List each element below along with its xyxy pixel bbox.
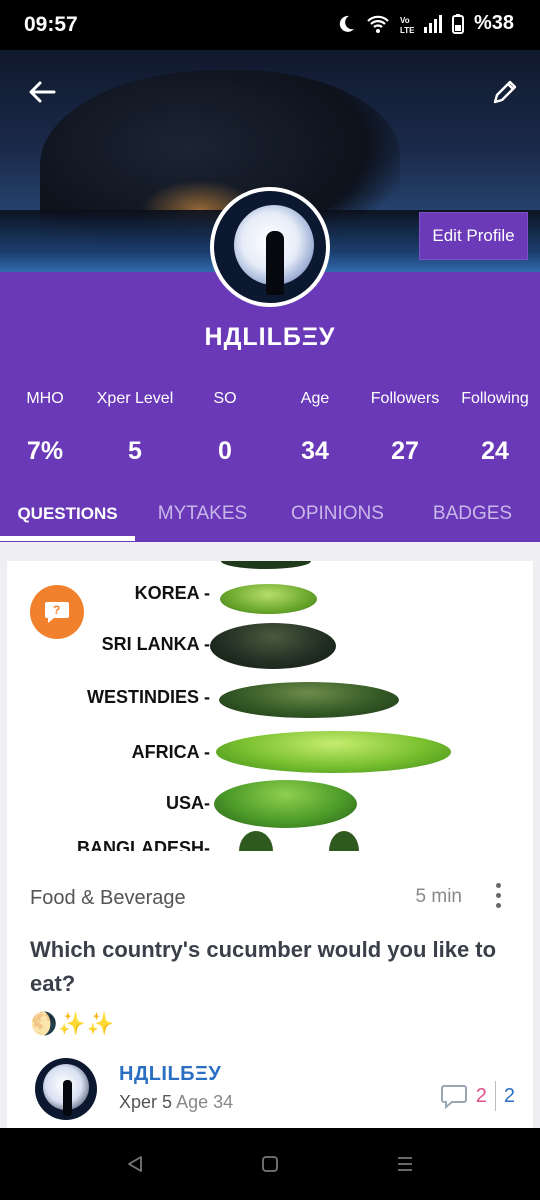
question-type-badge: ? <box>30 585 84 639</box>
author-age: Age 34 <box>176 1092 234 1112</box>
system-nav-bar <box>0 1128 540 1200</box>
post-time: 5 min <box>415 886 462 907</box>
status-time: 09:57 <box>24 13 78 36</box>
stat-value-mho: 7% <box>26 437 64 465</box>
stat-label-age: Age <box>300 390 330 407</box>
cucumber-bangladesh-2 <box>329 831 359 851</box>
nav-back-button[interactable] <box>115 1146 155 1182</box>
stat-value-xper-level: 5 <box>128 437 142 465</box>
tab-opinions[interactable]: OPINIONS <box>270 486 405 541</box>
more-options-button[interactable] <box>485 877 511 913</box>
profile-username: НДLILБΞУ <box>204 323 336 351</box>
opinion-count: 2 <box>503 1084 515 1107</box>
post-category[interactable]: Food & Beverage <box>30 887 186 910</box>
cucumber-top <box>221 561 311 569</box>
square-home-icon <box>262 1156 278 1172</box>
wifi-icon <box>367 15 389 33</box>
question-bubble-icon: ? <box>45 602 69 623</box>
active-tab-indicator <box>0 536 135 541</box>
cucumber-bangladesh-1 <box>239 831 273 851</box>
cucumber-usa <box>214 780 357 828</box>
stat-label-so: SO <box>213 390 237 407</box>
question-image[interactable]: KOREA - SRI LANKA - WESTINDIES - AFRICA … <box>7 561 533 851</box>
status-icons: Vo LTE %38 <box>336 12 514 35</box>
cucumber-sri-lanka <box>210 623 336 669</box>
cucumber-westindies <box>219 682 399 718</box>
profile-tabs: QUESTIONS MYTAKES OPINIONS BADGES <box>0 486 540 541</box>
tab-mytakes[interactable]: MYTAKES <box>135 486 270 541</box>
stat-label-following: Following <box>461 390 529 407</box>
question-title[interactable]: Which country's cucumber would you like … <box>30 933 520 1001</box>
author-name[interactable]: НДLILБΞУ <box>119 1063 221 1086</box>
stat-label-followers: Followers <box>370 390 440 407</box>
image-label-korea: KOREA - <box>134 583 210 603</box>
menu-lines-icon <box>398 1157 412 1171</box>
arrow-left-icon <box>29 81 56 103</box>
edit-profile-button[interactable]: Edit Profile <box>419 212 528 260</box>
image-label-sri-lanka: SRI LANKA - <box>101 634 210 654</box>
post-stats: 2 2 <box>440 1081 515 1111</box>
author-avatar[interactable] <box>35 1058 97 1120</box>
question-card[interactable]: KOREA - SRI LANKA - WESTINDIES - AFRICA … <box>7 561 533 1131</box>
back-button[interactable] <box>20 70 64 114</box>
triangle-back-icon <box>128 1156 142 1172</box>
question-emojis: 🌖✨✨ <box>30 1011 116 1036</box>
signal-icon <box>423 14 442 33</box>
comment-icon[interactable] <box>440 1083 468 1109</box>
svg-text:?: ? <box>53 603 60 617</box>
battery-icon <box>451 13 464 34</box>
author-meta: Xper 5 Age 34 <box>119 1092 233 1113</box>
cucumber-africa <box>216 731 451 773</box>
pencil-icon <box>493 80 517 104</box>
volte-icon: VoLTE <box>400 16 414 34</box>
cucumber-korea <box>220 584 317 614</box>
image-label-westindies: WESTINDIES - <box>86 687 210 707</box>
stat-label-xper-level: Xper Level <box>96 390 174 407</box>
image-label-bangladesh: BANGLADESH- <box>77 838 210 851</box>
stat-value-so: 0 <box>218 437 232 465</box>
nav-recents-button[interactable] <box>385 1146 425 1182</box>
moon-icon <box>339 15 354 32</box>
stat-label-mho: MHO <box>26 390 64 407</box>
status-bar: 09:57 Vo LTE %38 <box>0 0 540 50</box>
nav-home-button[interactable] <box>250 1146 290 1182</box>
stats-divider <box>494 1081 496 1111</box>
comment-count: 2 <box>475 1084 487 1107</box>
tab-questions[interactable]: QUESTIONS <box>0 486 135 541</box>
tab-badges[interactable]: BADGES <box>405 486 540 541</box>
svg-text:LTE: LTE <box>400 26 414 34</box>
battery-percent: %38 <box>473 12 514 34</box>
author-level: Xper 5 <box>119 1092 173 1112</box>
image-label-usa: USA- <box>166 793 210 813</box>
stat-value-age: 34 <box>301 437 329 465</box>
stat-value-followers[interactable]: 27 <box>360 437 450 466</box>
image-label-africa: AFRICA - <box>131 742 210 762</box>
profile-avatar[interactable] <box>210 187 330 307</box>
svg-text:Vo: Vo <box>400 16 410 25</box>
edit-button[interactable] <box>483 70 527 114</box>
stat-value-following[interactable]: 24 <box>450 437 540 466</box>
